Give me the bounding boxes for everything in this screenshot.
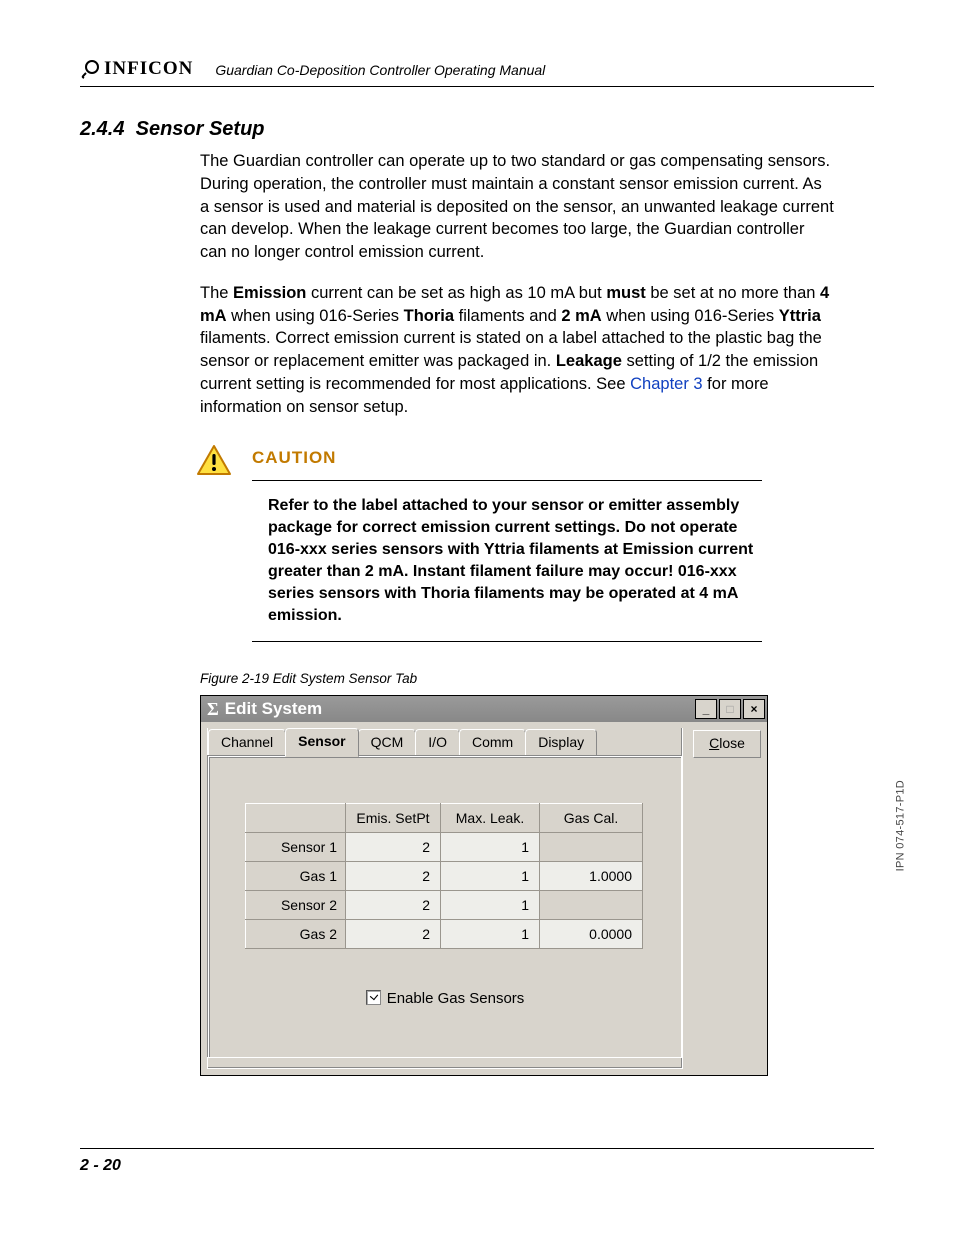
col-leak: Max. Leak. (441, 804, 540, 833)
section-title: Sensor Setup (136, 118, 265, 140)
brand-text: INFICON (104, 58, 193, 80)
page-number: 2 - 20 (80, 1157, 121, 1174)
caution-rule-bottom (252, 641, 762, 642)
table-row: Gas 2 2 1 0.0000 (246, 920, 643, 949)
cell-gas[interactable]: 1.0000 (540, 862, 643, 891)
tab-sensor[interactable]: Sensor (285, 728, 358, 757)
caution-icon (196, 444, 232, 483)
enable-gas-row: Enable Gas Sensors (209, 989, 681, 1010)
cell-leak[interactable]: 1 (441, 862, 540, 891)
table-row: Sensor 2 2 1 (246, 891, 643, 920)
tab-comm[interactable]: Comm (459, 729, 526, 758)
cell-leak[interactable]: 1 (441, 920, 540, 949)
sensor-grid: Emis. SetPt Max. Leak. Gas Cal. Sensor 1… (245, 803, 643, 949)
paragraph-1: The Guardian controller can operate up t… (200, 150, 834, 264)
cell-gas[interactable] (540, 891, 643, 920)
col-gas: Gas Cal. (540, 804, 643, 833)
ipn-code: IPN 074-517-P1D (894, 780, 906, 871)
dialog-titlebar[interactable]: Σ Edit System _ □ × (201, 696, 767, 722)
dialog-title: Edit System (225, 697, 322, 720)
edit-system-dialog: Σ Edit System _ □ × Channel Sensor QCM I… (200, 695, 768, 1076)
minimize-button[interactable]: _ (695, 699, 717, 719)
enable-gas-label: Enable Gas Sensors (387, 990, 525, 1007)
close-x-button[interactable]: × (743, 699, 765, 719)
manual-title: Guardian Co-Deposition Controller Operat… (215, 62, 545, 80)
maximize-button[interactable]: □ (719, 699, 741, 719)
chapter-link[interactable]: Chapter 3 (630, 375, 702, 393)
cell-gas[interactable]: 0.0000 (540, 920, 643, 949)
paragraph-2: The Emission current can be set as high … (200, 282, 834, 419)
sigma-icon: Σ (207, 697, 219, 722)
cell-emis[interactable]: 2 (346, 920, 441, 949)
section-number: 2.4.4 (80, 118, 124, 140)
page-footer: 2 - 20 (80, 1148, 874, 1175)
row-label: Sensor 1 (246, 833, 346, 862)
cell-emis[interactable]: 2 (346, 833, 441, 862)
close-button[interactable]: Close (693, 730, 761, 758)
section-heading: 2.4.4 Sensor Setup (80, 118, 265, 141)
caution-rule-top (252, 480, 762, 481)
tab-qcm[interactable]: QCM (358, 729, 417, 758)
figure-caption: Figure 2-19 Edit System Sensor Tab (200, 670, 834, 689)
table-row: Sensor 1 2 1 (246, 833, 643, 862)
cell-leak[interactable]: 1 (441, 891, 540, 920)
cell-gas[interactable] (540, 833, 643, 862)
enable-gas-checkbox[interactable] (366, 990, 381, 1005)
logo-icon (80, 59, 100, 79)
brand-logo: INFICON (80, 58, 193, 80)
row-label: Gas 2 (246, 920, 346, 949)
tab-channel[interactable]: Channel (208, 729, 286, 758)
caution-text: Refer to the label attached to your sens… (268, 495, 758, 627)
cell-emis[interactable]: 2 (346, 891, 441, 920)
tab-display[interactable]: Display (525, 729, 597, 758)
cell-emis[interactable]: 2 (346, 862, 441, 891)
tabs-row: Channel Sensor QCM I/O Comm Display (208, 728, 682, 757)
caution-label: CAUTION (252, 446, 834, 475)
caution-block: CAUTION Refer to the label attached to y… (200, 446, 834, 642)
row-label: Sensor 2 (246, 891, 346, 920)
cell-leak[interactable]: 1 (441, 833, 540, 862)
grid-corner (246, 804, 346, 833)
tab-io[interactable]: I/O (415, 729, 460, 758)
page-header: INFICON Guardian Co-Deposition Controlle… (80, 58, 874, 87)
table-row: Gas 1 2 1 1.0000 (246, 862, 643, 891)
row-label: Gas 1 (246, 862, 346, 891)
col-emis: Emis. SetPt (346, 804, 441, 833)
